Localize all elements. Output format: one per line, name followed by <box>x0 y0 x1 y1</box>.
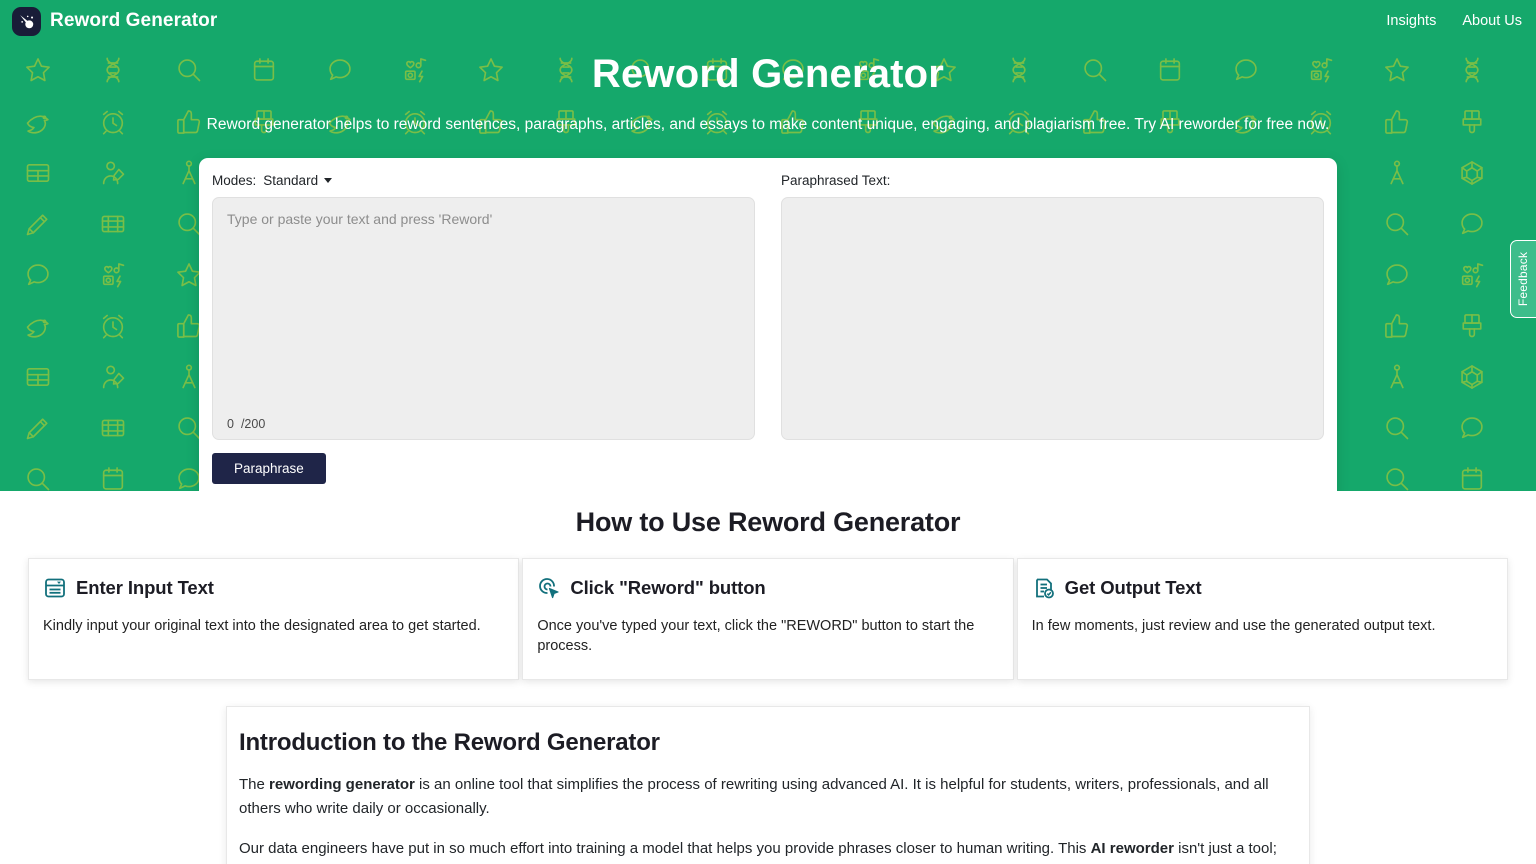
card-heading: Click "Reword" button <box>570 577 766 598</box>
intro-p1-part-a: The <box>239 775 270 793</box>
polygon-icon <box>1435 147 1511 199</box>
film-icon <box>76 198 152 250</box>
card-heading: Enter Input Text <box>76 577 214 598</box>
pen-icon <box>0 402 76 454</box>
media-icon <box>1435 249 1511 301</box>
table-icon <box>0 351 76 403</box>
page-title: Reword Generator <box>591 52 945 96</box>
introduction-paragraph-2: Our data engineers have put in so much e… <box>239 837 1297 864</box>
bird-icon <box>0 300 76 352</box>
hero-subtitle: Reword generator helps to reword sentenc… <box>206 116 1330 133</box>
paraphrase-button[interactable]: Paraphrase <box>212 452 326 484</box>
search-icon <box>0 453 76 491</box>
card-text: In few moments, just review and use the … <box>1031 618 1436 634</box>
hero-section: Reword Generator Insights About Us Rewor… <box>0 0 1536 491</box>
intro-p2-bold: AI reworder <box>1090 840 1174 858</box>
input-placeholder: Type or paste your text and press 'Rewor… <box>227 210 493 227</box>
nav-link-about-us[interactable]: About Us <box>1462 13 1522 29</box>
chat-bubble-icon <box>1359 249 1435 301</box>
modes-row: Modes: Standard <box>212 170 755 191</box>
tool-card: Modes: Standard Type or paste your text … <box>199 157 1337 491</box>
modes-label: Modes: <box>212 172 257 188</box>
mode-select[interactable]: Standard <box>263 172 333 188</box>
chat-bubble-icon <box>1510 453 1536 491</box>
card-heading-row: Get Output Text <box>1032 576 1493 600</box>
nav-link-insights[interactable]: Insights <box>1386 13 1436 29</box>
user-edit-icon <box>76 351 152 403</box>
user-edit-icon <box>76 147 152 199</box>
input-textarea[interactable]: Type or paste your text and press 'Rewor… <box>212 196 755 440</box>
search-icon <box>1359 402 1435 454</box>
intro-p1-bold: rewording generator <box>269 775 415 793</box>
output-label: Paraphrased Text: <box>781 172 891 188</box>
document-check-icon <box>1032 576 1056 600</box>
chat-bubble-icon <box>0 249 76 301</box>
how-to-use-section: How to Use Reword Generator Enter Input … <box>0 491 1536 680</box>
nav-links: Insights About Us <box>1386 13 1524 29</box>
mode-select-value: Standard <box>263 172 319 188</box>
introduction-card: Introduction to the Reword Generator The… <box>226 705 1310 864</box>
how-to-card-get-output: Get Output Text In few moments, just rev… <box>1016 558 1508 680</box>
pen-icon <box>1510 402 1536 454</box>
comet-icon <box>12 6 41 36</box>
navbar: Reword Generator Insights About Us <box>0 0 1536 42</box>
chat-bubble-icon <box>1435 402 1511 454</box>
card-text: Once you've typed your text, click the "… <box>537 618 975 655</box>
introduction-heading: Introduction to the Reword Generator <box>239 728 660 756</box>
brand-name: Reword Generator <box>50 10 218 31</box>
how-to-card-click-reword: Click "Reword" button Once you've typed … <box>522 558 1014 680</box>
char-count: 0 <box>227 416 234 431</box>
calendar-icon <box>1435 453 1511 491</box>
calendar-icon <box>76 453 152 491</box>
search-icon <box>1359 198 1435 250</box>
feedback-tab-label: Feedback <box>1516 251 1531 307</box>
introduction-paragraph-1: The rewording generator is an online too… <box>239 773 1297 822</box>
pen-icon <box>0 198 76 250</box>
introduction-section: Introduction to the Reword Generator The… <box>0 680 1536 864</box>
input-column: Modes: Standard Type or paste your text … <box>212 170 755 484</box>
how-to-use-title: How to Use Reword Generator <box>575 507 961 537</box>
card-heading-row: Enter Input Text <box>43 576 504 600</box>
card-text: Kindly input your original text into the… <box>43 618 481 634</box>
table-icon <box>1510 351 1536 403</box>
alarm-clock-icon <box>76 300 152 352</box>
compass-icon <box>1359 147 1435 199</box>
chat-bubble-icon <box>1435 198 1511 250</box>
how-to-use-cards: Enter Input Text Kindly input your origi… <box>0 558 1536 680</box>
media-icon <box>76 249 152 301</box>
intro-p2-part-a: Our data engineers have put in so much e… <box>239 840 1091 858</box>
polygon-icon <box>1435 351 1511 403</box>
film-icon <box>76 402 152 454</box>
compass-icon <box>1359 351 1435 403</box>
tool-grid: Modes: Standard Type or paste your text … <box>212 170 1324 484</box>
cursor-click-icon <box>537 576 561 600</box>
search-icon <box>1359 453 1435 491</box>
form-input-icon <box>43 576 67 600</box>
brand-link[interactable]: Reword Generator <box>12 6 218 36</box>
feedback-tab[interactable]: Feedback <box>1510 240 1536 318</box>
card-heading: Get Output Text <box>1064 577 1202 598</box>
table-icon <box>0 147 76 199</box>
card-heading-row: Click "Reword" button <box>537 576 998 600</box>
paintbrush-icon <box>1435 300 1511 352</box>
table-icon <box>1510 147 1536 199</box>
character-counter: 0 /200 <box>227 417 265 431</box>
char-limit: /200 <box>240 416 266 431</box>
output-column: Paraphrased Text: <box>781 170 1324 484</box>
chevron-down-icon <box>324 177 333 183</box>
thumbs-up-icon <box>1359 300 1435 352</box>
output-textarea[interactable] <box>781 196 1324 440</box>
how-to-card-enter-input: Enter Input Text Kindly input your origi… <box>28 558 520 680</box>
